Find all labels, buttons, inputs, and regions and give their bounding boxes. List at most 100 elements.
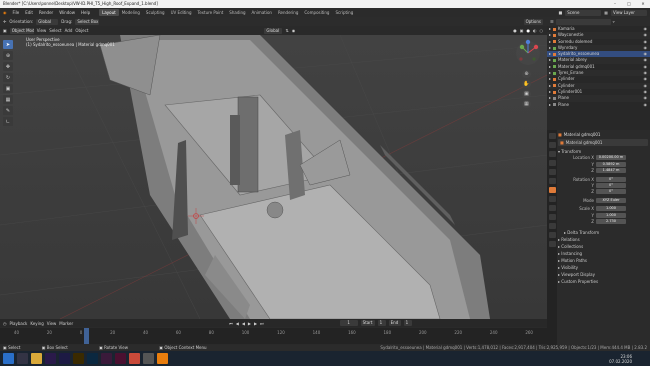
panel-motion-paths[interactable]: ▸ Motion Paths: [558, 257, 650, 264]
location-z-field[interactable]: 1.4847 m: [596, 168, 626, 174]
maximize-icon[interactable]: □: [622, 0, 636, 8]
panel-visibility[interactable]: ▸ Visibility: [558, 264, 650, 271]
tab-object-icon[interactable]: [548, 187, 556, 193]
timeline-menu-marker[interactable]: Marker: [59, 321, 73, 326]
perspective-grid-icon[interactable]: ▦: [522, 100, 531, 108]
location-x-field[interactable]: 0.00200.00 m: [596, 155, 626, 161]
tab-scene-icon[interactable]: [548, 169, 556, 175]
file-explorer-icon[interactable]: [31, 353, 42, 364]
illustrator-icon[interactable]: [73, 353, 84, 364]
outliner-search-input[interactable]: [555, 18, 611, 25]
windows-start-icon[interactable]: [3, 353, 14, 364]
menu-object[interactable]: Object: [75, 28, 88, 33]
tool-icon[interactable]: ✛: [3, 19, 6, 24]
tab-material-icon[interactable]: [548, 241, 556, 247]
jump-end-icon[interactable]: ⏭: [260, 321, 264, 326]
after-effects-icon[interactable]: [59, 353, 70, 364]
transform-tool-icon[interactable]: ▦: [3, 95, 13, 104]
select-tool-icon[interactable]: ➤: [3, 40, 13, 49]
tab-render-icon[interactable]: [548, 142, 556, 148]
tab-sculpting[interactable]: Sculpting: [143, 9, 168, 16]
timeline-editor-icon[interactable]: ◷: [3, 321, 7, 326]
menu-help[interactable]: Help: [78, 10, 93, 15]
tab-texture-paint[interactable]: Texture Paint: [194, 9, 226, 16]
menu-file[interactable]: File: [10, 10, 23, 15]
timeline-menu-playback[interactable]: Playback: [10, 321, 28, 326]
drag-dropdown[interactable]: Select Box: [75, 18, 100, 25]
tab-output-icon[interactable]: [548, 151, 556, 157]
zoom-icon[interactable]: ⊕: [522, 70, 531, 78]
tab-compositing[interactable]: Compositing: [301, 9, 332, 16]
proportional-icon[interactable]: ◉: [292, 28, 296, 33]
rotation-y-field[interactable]: 0°: [596, 183, 626, 189]
blender-logo-icon[interactable]: ◉: [0, 10, 10, 15]
transform-orientation-dropdown[interactable]: Global: [264, 27, 283, 34]
rotate-tool-icon[interactable]: ↻: [3, 73, 13, 82]
search-icon[interactable]: [17, 353, 28, 364]
menu-select[interactable]: Select: [49, 28, 61, 33]
object-name-field[interactable]: Material gdmq001: [564, 132, 601, 137]
tab-shading[interactable]: Shading: [226, 9, 248, 16]
shading-rendered-icon[interactable]: ○: [540, 28, 544, 33]
mode-dropdown[interactable]: Object Mode: [9, 27, 34, 34]
view-layer-selector[interactable]: View Layer: [611, 9, 647, 16]
photoshop-icon[interactable]: [87, 353, 98, 364]
timeline-menu-view[interactable]: View: [47, 321, 57, 326]
panel-relations[interactable]: ▸ Relations: [558, 236, 650, 243]
tab-particles-icon[interactable]: [548, 205, 556, 211]
premiere-icon[interactable]: [45, 353, 56, 364]
current-frame-field[interactable]: 1: [339, 320, 358, 326]
prev-key-icon[interactable]: ◀: [236, 321, 239, 326]
cursor-tool-icon[interactable]: ⊕: [3, 51, 13, 60]
scale-tool-icon[interactable]: ▣: [3, 84, 13, 93]
tab-uv-editing[interactable]: UV Editing: [168, 9, 195, 16]
expand-arrow-icon[interactable]: ▸: [549, 102, 551, 108]
scale-y-field[interactable]: 1.000: [596, 212, 626, 218]
orientation-dropdown[interactable]: Global: [36, 18, 59, 25]
xray-icon[interactable]: ▣: [520, 28, 524, 33]
navigation-gizmo[interactable]: [514, 38, 542, 68]
tab-modeling[interactable]: Modeling: [119, 9, 143, 16]
move-tool-icon[interactable]: ✥: [3, 62, 13, 71]
chrome-icon[interactable]: [129, 353, 140, 364]
panel-delta-transform[interactable]: ▸ Delta Transform: [558, 229, 650, 236]
jump-start-icon[interactable]: ⏮: [229, 321, 233, 326]
shading-solid-icon[interactable]: ●: [527, 28, 531, 33]
eye-icon[interactable]: ◉: [644, 102, 648, 108]
play-icon[interactable]: ▶: [248, 321, 251, 326]
tab-view-layer-icon[interactable]: [548, 160, 556, 166]
menu-edit[interactable]: Edit: [22, 10, 36, 15]
timeline-menu-keying[interactable]: Keying: [30, 321, 43, 326]
play-reverse-icon[interactable]: ◀: [242, 321, 245, 326]
blender-taskbar-icon[interactable]: [157, 353, 168, 364]
scale-z-field[interactable]: 2.730: [596, 218, 626, 224]
shading-material-icon[interactable]: ◐: [533, 28, 537, 33]
menu-window[interactable]: Window: [56, 10, 78, 15]
rotation-z-field[interactable]: 0°: [596, 189, 626, 195]
tab-constraints-icon[interactable]: [548, 223, 556, 229]
rotation-mode-dropdown[interactable]: XYZ Euler: [596, 197, 626, 203]
tab-tool-icon[interactable]: [548, 133, 556, 139]
menu-render[interactable]: Render: [36, 10, 56, 15]
outliner-item[interactable]: ▸ Plane ◉: [547, 102, 650, 108]
tab-data-icon[interactable]: [548, 232, 556, 238]
tab-rendering[interactable]: Rendering: [275, 9, 301, 16]
playhead[interactable]: [84, 328, 89, 344]
annotate-tool-icon[interactable]: ✎: [3, 106, 13, 115]
3d-viewport[interactable]: [0, 35, 547, 319]
object-data-field[interactable]: Material gdmq001: [566, 140, 603, 145]
scene-selector[interactable]: Scene: [565, 9, 602, 16]
tab-animation[interactable]: Animation: [249, 9, 275, 16]
location-y-field[interactable]: 0.5892 m: [596, 161, 626, 167]
pan-hand-icon[interactable]: ✋: [522, 80, 531, 88]
transform-panel-header[interactable]: ▾ Transform: [558, 148, 650, 155]
panel-collections[interactable]: ▸ Collections: [558, 243, 650, 250]
media-encoder-icon[interactable]: [101, 353, 112, 364]
media-player-icon[interactable]: [143, 353, 154, 364]
start-frame-field[interactable]: 1: [377, 320, 386, 326]
next-key-icon[interactable]: ▶: [254, 321, 257, 326]
indesign-icon[interactable]: [115, 353, 126, 364]
overlay-icon[interactable]: ●: [513, 28, 517, 33]
scale-x-field[interactable]: 1.000: [596, 206, 626, 212]
tab-scripting[interactable]: Scripting: [332, 9, 356, 16]
